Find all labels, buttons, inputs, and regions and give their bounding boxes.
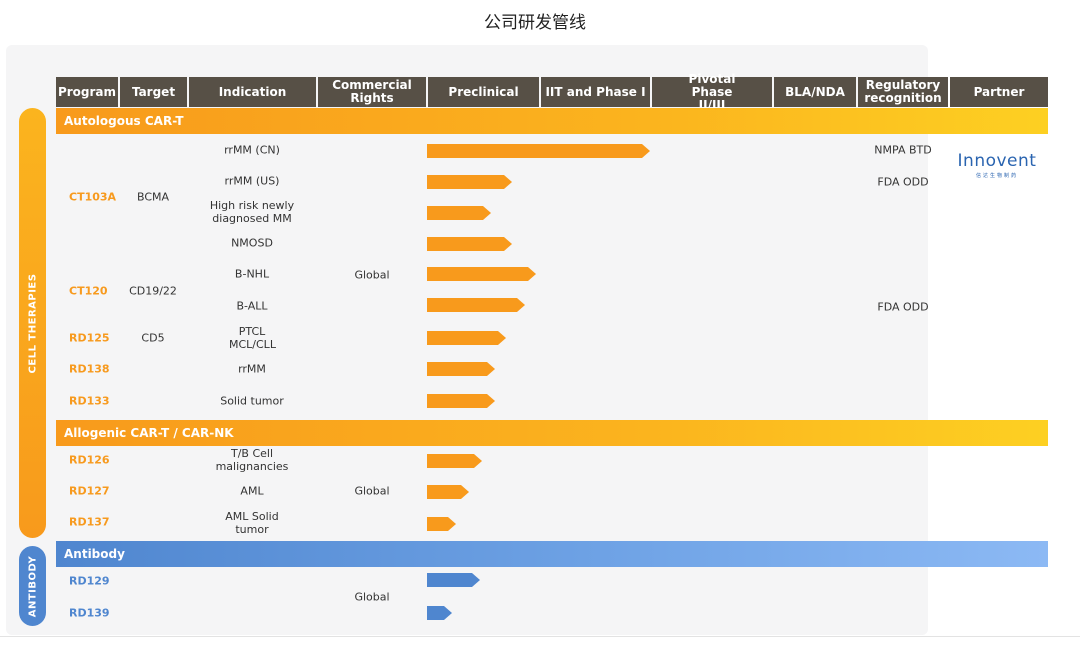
header-commercial-rights: Commercial Rights xyxy=(318,77,426,107)
header-program: Program xyxy=(56,77,118,107)
program-ct120: CT120 xyxy=(69,284,108,298)
progress-bar xyxy=(427,485,469,499)
target-cd5: CD5 xyxy=(141,331,165,345)
progress-bar xyxy=(427,206,491,220)
page-title: 公司研发管线 xyxy=(484,13,586,33)
indication-rrmm-us: rrMM (US) xyxy=(224,174,280,188)
antibody-side-label: ANTIBODY xyxy=(19,546,46,626)
indication-rrmm: rrMM xyxy=(238,362,266,376)
indication-b-nhl: B-NHL xyxy=(234,267,270,281)
rights-autologous: Global xyxy=(354,268,390,282)
section-allogenic: Allogenic CAR-T / CAR-NK xyxy=(56,420,1048,446)
indication-b-all: B-ALL xyxy=(236,299,268,313)
progress-bar xyxy=(427,394,495,408)
program-rd133: RD133 xyxy=(69,394,110,408)
cell-therapies-side-label: CELL THERAPIES xyxy=(19,108,46,538)
progress-bar xyxy=(427,362,495,376)
bottom-divider xyxy=(0,636,1080,637)
program-rd138: RD138 xyxy=(69,362,110,376)
indication-nmosd: NMOSD xyxy=(231,236,273,250)
indication-aml: AML xyxy=(240,484,264,498)
program-rd126: RD126 xyxy=(69,453,110,467)
target-cd19-22: CD19/22 xyxy=(129,284,177,298)
header-iit-phase-1: IIT and Phase I xyxy=(541,77,650,107)
indication-tb-cell: T/B Cell malignancies xyxy=(215,447,289,473)
regulatory-fda-odd-ball: FDA ODD xyxy=(877,300,929,314)
innovent-logo: Innovent 信达生物制药 xyxy=(957,151,1037,180)
header-bla-nda: BLA/NDA xyxy=(774,77,856,107)
progress-bar xyxy=(427,267,536,281)
indication-solid-tumor: Solid tumor xyxy=(220,394,284,408)
indication-aml-solid-tumor: AML Solid tumor xyxy=(225,510,279,536)
header-preclinical: Preclinical xyxy=(428,77,539,107)
program-rd129: RD129 xyxy=(69,574,110,588)
program-ct103a: CT103A xyxy=(69,190,117,204)
progress-bar xyxy=(427,331,506,345)
program-rd125: RD125 xyxy=(69,331,110,345)
header-regulatory: Regulatory recognition xyxy=(858,77,948,107)
progress-bar xyxy=(427,175,512,189)
progress-bar xyxy=(427,298,525,312)
indication-ptcl-mcl-cll: PTCL MCL/CLL xyxy=(229,325,276,351)
progress-bar xyxy=(427,144,650,158)
progress-bar xyxy=(427,573,480,587)
program-rd139: RD139 xyxy=(69,606,110,620)
indication-high-risk-mm: High risk newly diagnosed MM xyxy=(209,199,295,225)
target-bcma: BCMA xyxy=(136,190,170,204)
section-autologous: Autologous CAR-T xyxy=(56,108,1048,134)
regulatory-nmpa-btd: NMPA BTD xyxy=(874,143,932,157)
regulatory-fda-odd-us: FDA ODD xyxy=(877,175,929,189)
progress-bar xyxy=(427,237,512,251)
rights-allogenic: Global xyxy=(354,484,390,498)
program-rd137: RD137 xyxy=(69,515,110,529)
header-pivotal: Pivotal Phase II/III xyxy=(652,72,772,111)
progress-bar xyxy=(427,454,482,468)
section-antibody: Antibody xyxy=(56,541,1048,567)
header-target: Target xyxy=(120,77,187,107)
program-rd127: RD127 xyxy=(69,484,110,498)
header-partner: Partner xyxy=(950,77,1048,107)
header-indication: Indication xyxy=(189,77,316,107)
indication-rrmm-cn: rrMM (CN) xyxy=(224,143,280,157)
rights-antibody: Global xyxy=(354,590,390,604)
